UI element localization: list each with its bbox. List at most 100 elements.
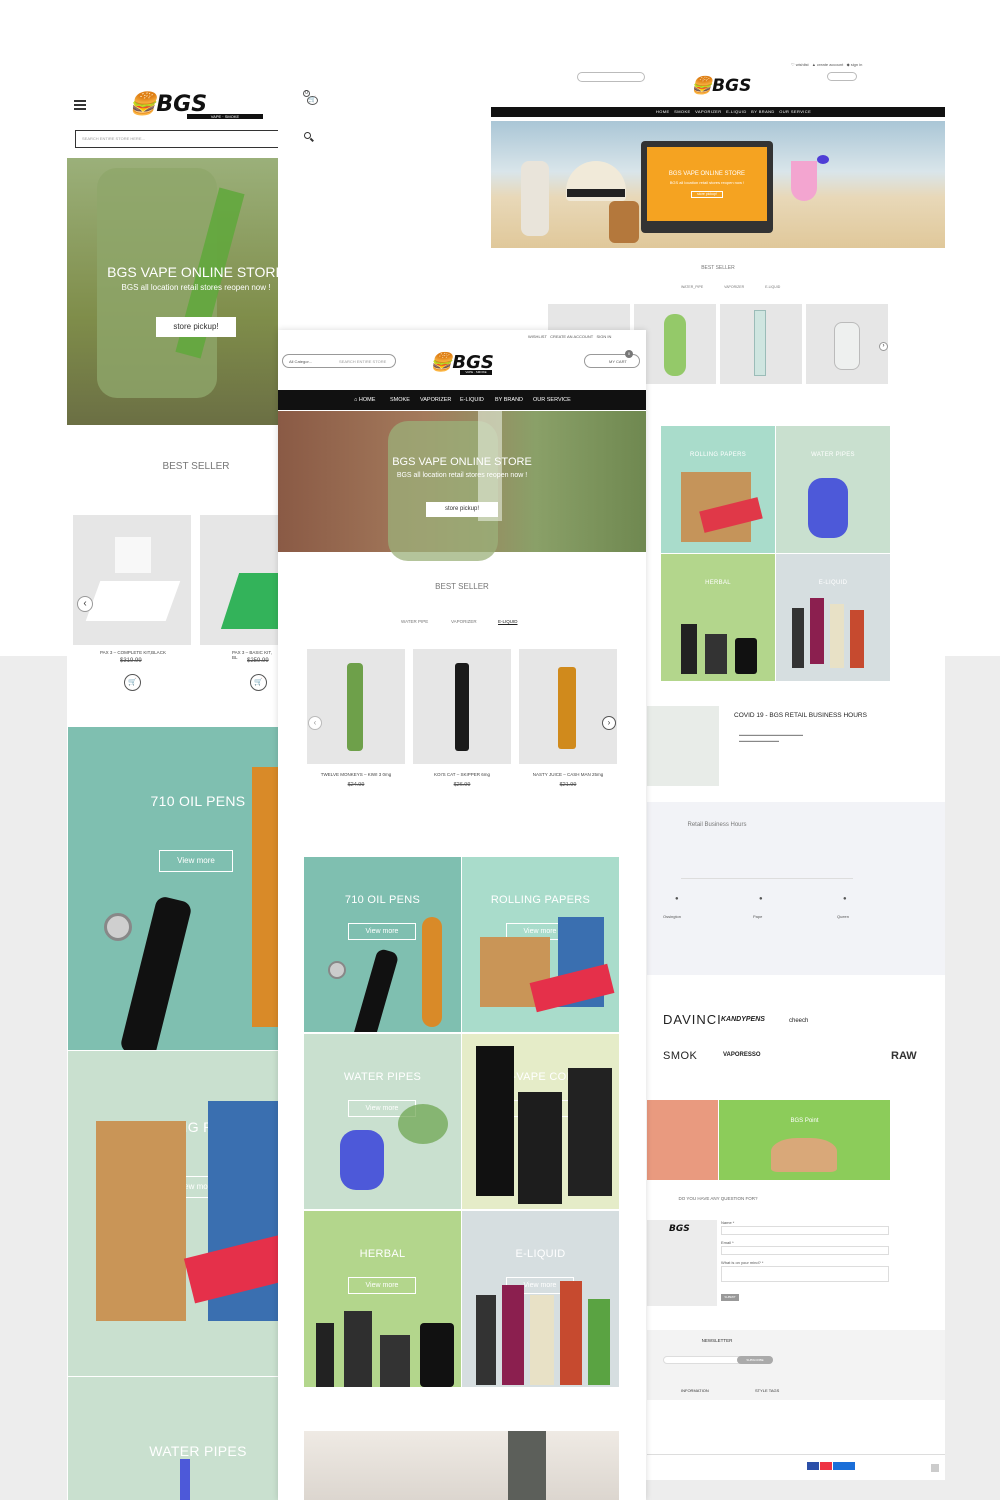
tile-herbal[interactable]: HERBAL View more	[304, 1211, 461, 1387]
hero-subtitle: BGS all location retail stores reopen no…	[669, 180, 745, 185]
view-more-button[interactable]: View more	[159, 850, 233, 872]
product-card[interactable]	[73, 515, 191, 645]
tab-water-pipe[interactable]: WATER PIPE	[401, 619, 428, 624]
brand-logo[interactable]: RAW	[891, 1050, 917, 1062]
nav-by-brand[interactable]: BY BRAND	[495, 397, 523, 403]
carousel-prev-button[interactable]: ‹	[308, 716, 322, 730]
promo-banner[interactable]	[647, 1100, 718, 1180]
product-card[interactable]	[413, 649, 511, 764]
tile-water-pipes[interactable]: WATER PIPES	[776, 426, 890, 553]
message-label: What is on your mind? *	[721, 1260, 764, 1265]
search-icon[interactable]	[304, 132, 314, 142]
tab-e-liquid[interactable]: E-LIQUID	[498, 619, 518, 624]
hamburger-menu-icon[interactable]	[74, 100, 86, 102]
search-input[interactable]: All Categor... SEARCH ENTIRE STORE	[282, 354, 396, 368]
hero-banner: BGS VAPE ONLINE STORE BGS all location r…	[67, 158, 278, 425]
hero-banner: BGS VAPE ONLINE STORE BGS all location r…	[278, 411, 646, 561]
tile-water-pipes[interactable]: WATER PIPES	[68, 1377, 278, 1500]
search-input[interactable]: SEARCH ENTIRE STORE HERE...	[75, 130, 278, 148]
brand-logo[interactable]: VAPORESSO	[723, 1052, 761, 1058]
top-links[interactable]: WISHLIST CREATE AN ACCOUNT SIGN IN	[528, 334, 611, 339]
hero-subtitle: BGS all location retail stores reopen no…	[396, 472, 528, 479]
carousel-next-button[interactable]: ›	[602, 716, 616, 730]
covid-text: ▬▬▬▬▬▬▬▬▬▬▬▬▬▬▬▬ ▬▬▬▬▬▬▬▬▬▬	[739, 732, 803, 743]
brand-logo[interactable]: SMOK	[663, 1050, 697, 1062]
product-name[interactable]: PAX 3 – COMPLETE KIT,BLACK	[100, 650, 166, 655]
name-label: Name *	[721, 1220, 735, 1225]
tile-water-pipes[interactable]: WATER PIPES View more	[304, 1034, 461, 1209]
cart-glyph: 🛒	[307, 96, 318, 105]
product-card[interactable]	[720, 304, 802, 384]
product-image	[220, 573, 278, 629]
brand-logo[interactable]: cheech	[789, 1018, 808, 1024]
carousel-next-button[interactable]: ›	[879, 342, 888, 351]
product-name[interactable]: KOI'S CAT – SKIPPER 6mg	[413, 772, 511, 777]
tile-rolling-papers[interactable]: ROLLING PAPERS View more	[68, 1051, 278, 1376]
divider	[681, 878, 853, 879]
tab-vaporizer[interactable]: VAPORIZER	[451, 619, 477, 624]
product-image	[85, 581, 181, 621]
vaporizer-image	[316, 1323, 334, 1387]
pin-icon: ●	[675, 896, 679, 902]
tile-710-oil-pens[interactable]: 710 OIL PENS View more	[304, 857, 461, 1032]
name-field[interactable]	[721, 1226, 889, 1235]
tile-herbal[interactable]: HERBAL	[661, 554, 775, 681]
search-input[interactable]	[577, 72, 645, 82]
view-more-button[interactable]: View more	[348, 1277, 416, 1294]
tile-rolling-papers[interactable]: ROLLING PAPERS	[661, 426, 775, 553]
promo-banner[interactable]: BGS Point	[719, 1100, 890, 1180]
submit-button[interactable]: SUBMIT	[721, 1294, 739, 1301]
tile-e-liquid[interactable]: E-LIQUID View more	[462, 1211, 619, 1387]
product-card[interactable]	[200, 515, 278, 645]
store-pickup-button[interactable]: store pickup!	[691, 191, 723, 198]
hero-banner: BGS VAPE ONLINE STORE BGS all location r…	[491, 121, 945, 248]
add-to-cart-icon[interactable]: 🛒	[250, 674, 267, 691]
drink-image	[791, 161, 817, 201]
store-pickup-button[interactable]: store pickup!	[426, 502, 498, 517]
nav-vaporizer[interactable]: VAPORIZER	[420, 397, 451, 403]
product-name[interactable]: NASTY JUICE – CASH MAN 25mg	[519, 772, 617, 777]
logo[interactable]: 🍔BGS	[691, 76, 751, 96]
view-more-button[interactable]: View more	[348, 923, 416, 940]
nav-links[interactable]: HOME SMOKE VAPORIZER E-LIQUID BY BRAND O…	[656, 109, 811, 114]
brand-logo[interactable]: DAVINCI	[663, 1012, 722, 1027]
email-field[interactable]	[721, 1246, 889, 1255]
carousel-prev-button[interactable]: ‹	[77, 596, 93, 612]
newsletter-title: NEWSLETTER	[701, 1338, 733, 1343]
logo-tagline: VAPE · SMOKE	[460, 370, 492, 375]
hands-image	[771, 1138, 837, 1172]
location-name: Pape	[753, 914, 763, 919]
store-pickup-button[interactable]: store pickup!	[156, 317, 236, 337]
message-field[interactable]	[721, 1266, 889, 1282]
hat-band	[567, 189, 625, 197]
product-card[interactable]	[519, 649, 617, 764]
hours-title: Retail Business Hours	[687, 822, 747, 828]
nav-our-service[interactable]: OUR SERVICE	[533, 397, 571, 403]
cart-button[interactable]	[827, 72, 857, 81]
payment-icons	[807, 1462, 855, 1470]
product-image	[834, 322, 860, 370]
scroll-top-button[interactable]	[931, 1464, 939, 1472]
product-card[interactable]	[307, 649, 405, 764]
brand-logo[interactable]: KANDYPENS	[721, 1016, 765, 1023]
bottle-image	[792, 608, 804, 668]
tile-rolling-papers[interactable]: ROLLING PAPERS View more	[462, 857, 619, 1032]
top-links[interactable]: ♡ wishlist ▲ create account ◆ sign in	[791, 62, 862, 67]
nav-home[interactable]: ⌂ HOME	[354, 397, 375, 403]
product-card[interactable]	[634, 304, 716, 384]
nav-smoke[interactable]: SMOKE	[390, 397, 410, 403]
cart-icon[interactable]: 0 🛒	[303, 90, 319, 106]
tile-e-vape-coil[interactable]: E-VAPE COIL View more	[462, 1034, 619, 1209]
nav-e-liquid[interactable]: E-LIQUID	[460, 397, 484, 403]
tile-e-liquid[interactable]: E-LIQUID	[776, 554, 890, 681]
best-seller-heading: BEST SELLER	[435, 582, 489, 591]
category-select[interactable]: All Categor...	[289, 359, 312, 364]
product-name[interactable]: TWELVE MONKEYS – KIWI 3 0mg	[307, 772, 405, 777]
promo-title: BGS Point	[790, 1118, 819, 1124]
add-to-cart-icon[interactable]: 🛒	[124, 674, 141, 691]
tile-710-oil-pens[interactable]: 710 OIL PENS View more	[68, 727, 278, 1050]
product-card[interactable]	[806, 304, 888, 384]
product-tabs[interactable]: WATER_PIPE VAPORIZER E-LIQUID	[681, 285, 780, 289]
coil-box-image	[476, 1046, 514, 1196]
subscribe-button[interactable]: SUBSCRIBE	[737, 1356, 773, 1364]
